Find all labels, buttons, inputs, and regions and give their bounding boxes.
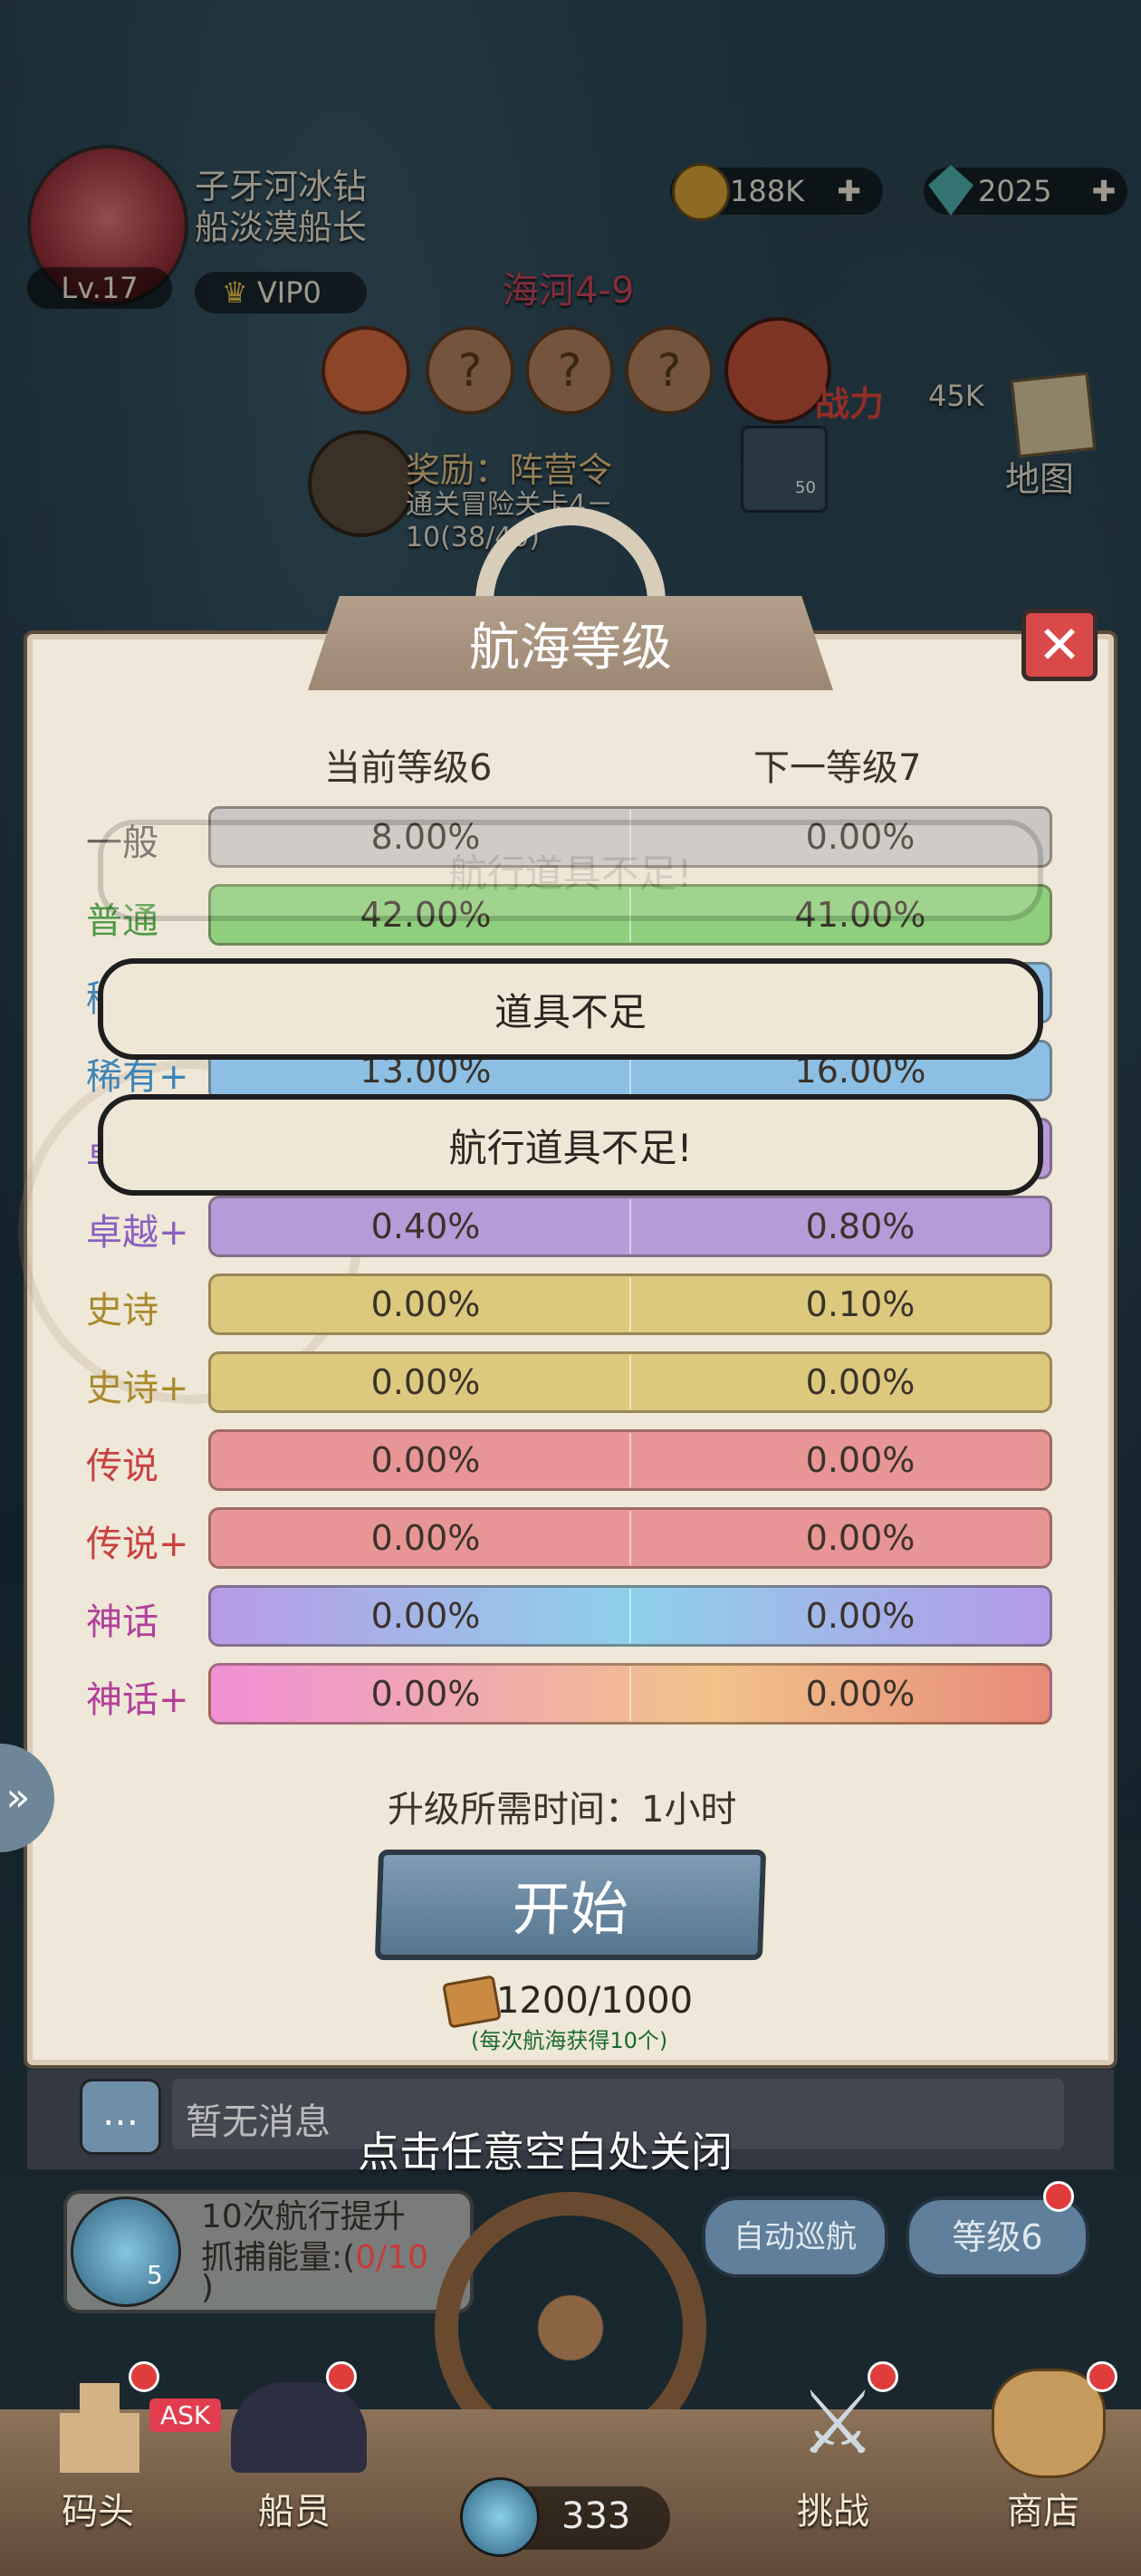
rarity-row-epic-plus: 史诗+ 0.00% 0.00% <box>54 1351 1052 1417</box>
current-rate: 0.00% <box>370 1284 481 1324</box>
swirl-energy-icon <box>460 2477 540 2557</box>
nav-crew-label[interactable]: 船员 <box>258 2482 331 2534</box>
next-rate: 0.00% <box>805 1674 916 1714</box>
dialog-title: 航海等级 <box>308 596 833 690</box>
bar-divider <box>629 1277 631 1331</box>
toast-text: 道具不足 <box>494 989 647 1034</box>
next-rate: 0.10% <box>805 1284 916 1324</box>
rarity-label: 史诗 <box>86 1290 158 1331</box>
close-hint: 点击任意空白处关闭 <box>358 2128 733 2177</box>
cost-note: (每次航海获得10个) <box>471 2028 668 2053</box>
scroll-item-icon <box>442 1975 502 2029</box>
current-rate: 0.00% <box>370 1674 481 1714</box>
toast-text: 航行道具不足! <box>448 851 693 896</box>
swirl-count: 5 <box>147 2260 163 2290</box>
pirate-hat-icon[interactable] <box>231 2382 367 2473</box>
next-rate: 0.00% <box>805 1440 916 1480</box>
current-rate: 0.00% <box>370 1518 481 1558</box>
next-level-header: 下一等级7 <box>753 747 922 789</box>
bar-divider <box>629 1199 631 1254</box>
bar-divider <box>629 1433 631 1487</box>
auto-cruise-label: 自动巡航 <box>734 2219 857 2255</box>
next-rate: 0.00% <box>805 1518 916 1558</box>
toast-insufficient-sailing-items: 航行道具不足! <box>98 1094 1043 1196</box>
chat-icon[interactable]: … <box>80 2079 161 2155</box>
bar-divider <box>629 1667 631 1721</box>
energy-value: 333 <box>561 2495 631 2537</box>
rarity-row-epic: 史诗 0.00% 0.10% <box>54 1274 1052 1339</box>
rarity-label: 神话 <box>86 1601 158 1643</box>
toast-insufficient-items: 道具不足 <box>98 958 1043 1060</box>
rarity-row-myth: 神话 0.00% 0.00% <box>54 1585 1052 1650</box>
current-level-header: 当前等级6 <box>324 747 493 789</box>
swirl-icon <box>71 2196 181 2307</box>
level-button-label: 等级6 <box>952 2217 1043 2257</box>
notification-dot <box>868 2361 898 2392</box>
notification-dot <box>326 2361 357 2392</box>
rarity-label: 传说 <box>86 1446 158 1487</box>
current-rate: 0.00% <box>370 1362 481 1402</box>
rarity-row-excellent-plus: 卓越+ 0.40% 0.80% <box>54 1196 1052 1261</box>
rarity-label: 卓越+ <box>86 1212 189 1254</box>
upgrade-time: 升级所需时间：1小时 <box>388 1789 737 1831</box>
current-rate: 0.00% <box>370 1440 481 1480</box>
current-rate: 0.40% <box>370 1206 481 1246</box>
notification-dot <box>129 2361 159 2392</box>
item-cost: 1200/1000 <box>496 1980 694 2022</box>
next-rate: 0.00% <box>805 1596 916 1636</box>
nav-challenge-label[interactable]: 挑战 <box>797 2482 869 2534</box>
rarity-row-legend-plus: 传说+ 0.00% 0.00% <box>54 1507 1052 1572</box>
nav-shop-label[interactable]: 商店 <box>1007 2482 1079 2534</box>
bar-divider <box>629 1511 631 1565</box>
rarity-row-myth-plus: 神话+ 0.00% 0.00% <box>54 1663 1052 1728</box>
ask-badge: ASK <box>149 2398 222 2432</box>
start-button[interactable]: 开始 <box>374 1850 767 1960</box>
nav-dock-label[interactable]: 码头 <box>62 2482 134 2534</box>
double-chevron-icon: » <box>5 1774 31 1821</box>
start-button-label: 开始 <box>511 1877 630 1944</box>
next-rate: 0.80% <box>805 1206 916 1246</box>
notification-dot <box>1087 2361 1117 2392</box>
toast-text: 航行道具不足! <box>448 1125 693 1170</box>
voyage-line3: ) <box>201 2269 215 2306</box>
fading-toast: 航行道具不足! <box>98 820 1043 921</box>
voyage-progress: 0/10 <box>355 2239 429 2276</box>
auto-cruise-button[interactable]: 自动巡航 <box>702 2196 888 2278</box>
close-button[interactable]: ✕ <box>1021 609 1098 681</box>
close-icon: ✕ <box>1037 614 1082 676</box>
bar-divider <box>629 1355 631 1409</box>
voyage-line2-text: 抓捕能量:( <box>201 2239 356 2276</box>
rarity-row-legend: 传说 0.00% 0.00% <box>54 1429 1052 1495</box>
rarity-label: 神话+ <box>86 1679 189 1721</box>
rarity-label: 史诗+ <box>86 1368 189 1409</box>
rarity-label: 传说+ <box>86 1523 189 1565</box>
next-rate: 0.00% <box>805 1362 916 1402</box>
voyage-line2: 抓捕能量:(0/10 <box>201 2231 428 2278</box>
notification-dot <box>1043 2181 1074 2212</box>
current-rate: 0.00% <box>370 1596 481 1636</box>
dialog-title-text: 航海等级 <box>469 618 672 678</box>
bar-divider <box>629 1589 631 1643</box>
chat-placeholder: 暂无消息 <box>186 2101 331 2143</box>
